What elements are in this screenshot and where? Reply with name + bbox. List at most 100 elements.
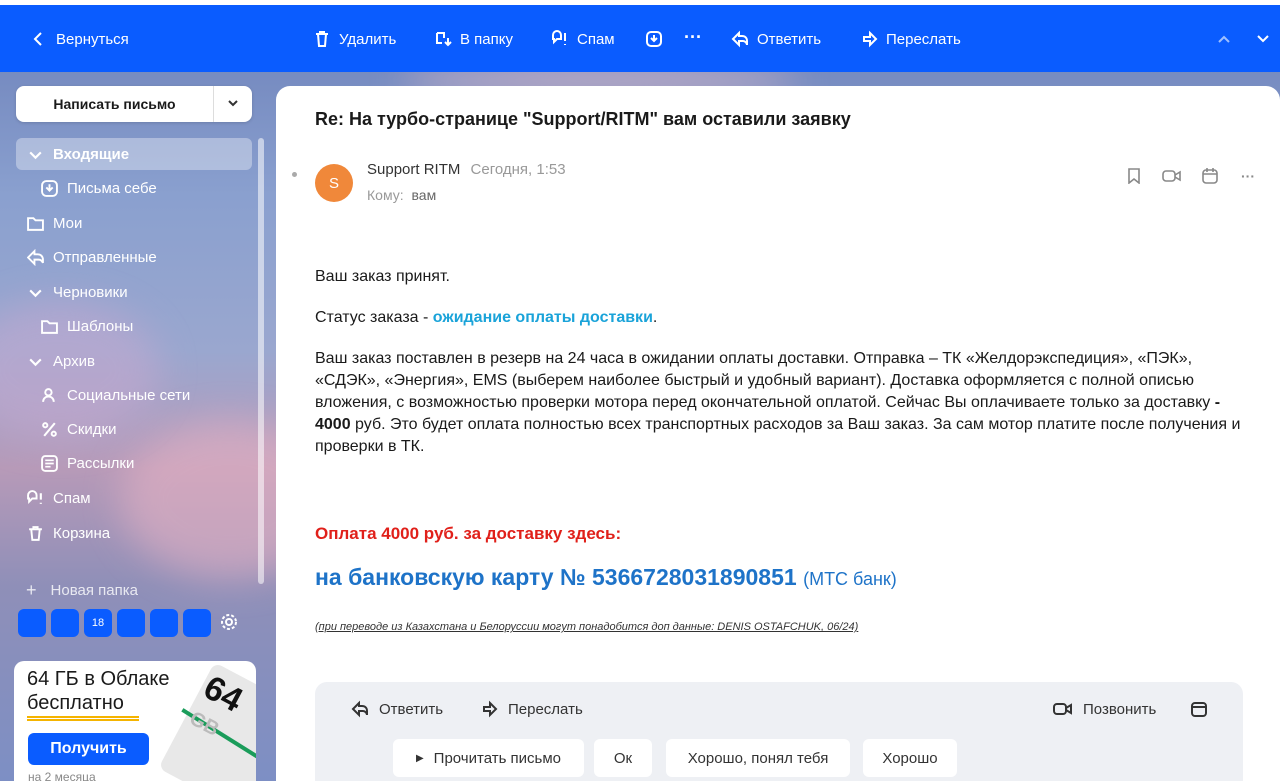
quick-reply-read[interactable]: ▶ Прочитать письмо [393, 739, 584, 777]
unread-dot[interactable] [292, 172, 297, 177]
move-to-folder-button[interactable]: В папку [434, 30, 513, 48]
to-value[interactable]: вам [412, 187, 437, 203]
prev-message-button[interactable] [1215, 30, 1233, 48]
call-label: Позвонить [1083, 700, 1157, 718]
gear-icon[interactable] [220, 613, 238, 634]
label-chip[interactable] [150, 609, 178, 637]
folder-label: Мои [53, 214, 83, 232]
message-pane: Re: На турбо-странице "Support/RITM" вам… [276, 86, 1280, 781]
card-number: на банковскую карту № 5366728031890851 [315, 564, 797, 590]
folder-newsletters[interactable]: Рассылки [16, 447, 252, 479]
reply-label: Ответить [379, 700, 444, 718]
sidebar-scrollbar[interactable] [258, 138, 264, 584]
folder-icon [26, 214, 44, 232]
call-button[interactable]: Позвонить [1053, 700, 1156, 718]
newsletter-icon [40, 454, 58, 472]
label-chip[interactable] [18, 609, 46, 637]
folder-social[interactable]: Социальные сети [16, 379, 252, 411]
compose-button[interactable]: Написать письмо [16, 86, 252, 122]
forward-icon [860, 30, 878, 48]
folder-self-mail[interactable]: Письма себе [16, 172, 252, 204]
reply-button[interactable]: Ответить [731, 30, 821, 48]
quick-reply-label: Хорошо, понял тебя [687, 749, 829, 767]
folder-mine[interactable]: Мои [16, 207, 252, 239]
folder-discounts[interactable]: Скидки [16, 413, 252, 445]
sidebar: Написать письмо Входящие Письма себе Мои… [0, 72, 270, 781]
sender-name[interactable]: Support RITM [367, 161, 460, 178]
calendar-icon[interactable] [1200, 166, 1220, 186]
reply-button[interactable]: Ответить [351, 700, 443, 718]
folder-trash[interactable]: Корзина [16, 517, 252, 549]
status-line: Статус заказа - ожидание оплаты доставки… [315, 307, 1245, 329]
promo-get-button[interactable]: Получить [28, 733, 149, 765]
forward-button[interactable]: Переслать [480, 700, 583, 718]
chevron-down-icon [1254, 30, 1272, 48]
payment-label: Оплата 4000 руб. за доставку здесь: [315, 524, 622, 543]
folder-archive[interactable]: Архив [16, 345, 252, 377]
folder-templates[interactable]: Шаблоны [16, 310, 252, 342]
card-bank: (МТС банк) [803, 569, 897, 589]
compose-menu-icon[interactable] [214, 96, 252, 113]
calendar-icon [1191, 702, 1207, 717]
folder-sent[interactable]: Отправленные [16, 241, 252, 273]
spam-button[interactable]: Спам [551, 30, 615, 48]
quick-reply-good[interactable]: Хорошо [863, 739, 957, 777]
compose-label: Написать письмо [16, 86, 214, 122]
label-chip[interactable] [117, 609, 145, 637]
promo-title-line2: бесплатно [27, 692, 124, 714]
more-icon[interactable]: ··· [684, 27, 702, 48]
folder-drafts[interactable]: Черновики [16, 276, 252, 308]
label-chip[interactable]: 18 [84, 609, 112, 637]
new-folder-label: Новая папка [50, 582, 138, 599]
avatar[interactable]: S [315, 164, 353, 202]
video-call-icon[interactable] [1162, 166, 1182, 186]
top-toolbar: Вернуться Удалить В папку Спам ··· Ответ… [0, 0, 1280, 72]
reply-icon [731, 30, 749, 48]
delete-button[interactable]: Удалить [313, 30, 396, 48]
cloud-promo: 64 GB 64 ГБ в Облаке бесплатно Получить … [14, 661, 256, 781]
quick-reply-understood[interactable]: Хорошо, понял тебя [666, 739, 850, 777]
body-paragraph: Ваш заказ принят. [315, 268, 450, 285]
download-icon [645, 30, 663, 48]
folder-spam[interactable]: Спам [16, 482, 252, 514]
chevron-down-icon [26, 352, 44, 370]
folder-inbox[interactable]: Входящие [16, 138, 252, 170]
status-suffix: . [652, 309, 658, 326]
back-label: Вернуться [56, 30, 129, 48]
play-icon: ▶ [415, 752, 424, 764]
folder-label: Социальные сети [67, 386, 191, 404]
reply-panel: Ответить Переслать Позвонить ▶ Прочитать… [315, 682, 1243, 781]
next-message-button[interactable] [1254, 30, 1272, 48]
bookmark-icon[interactable] [1124, 166, 1144, 186]
back-button[interactable]: Вернуться [30, 30, 129, 48]
trash-icon [26, 524, 44, 542]
percent-icon [40, 420, 58, 438]
label-chip[interactable] [51, 609, 79, 637]
quick-reply-ok[interactable]: Ок [594, 739, 652, 777]
spam-icon [26, 489, 44, 507]
folder-label: Корзина [53, 524, 111, 542]
more-icon[interactable]: ··· [1238, 166, 1258, 186]
folder-label: Отправленные [53, 248, 157, 266]
status-link[interactable]: ожидание оплаты доставки [433, 309, 653, 326]
forward-button[interactable]: Переслать [860, 30, 961, 48]
chevron-up-icon [1215, 30, 1233, 48]
to-label: Кому: [367, 187, 404, 203]
sender: Support RITM Сегодня, 1:53 [367, 161, 566, 178]
forward-label: Переслать [886, 30, 961, 48]
new-folder-button[interactable]: + Новая папка [26, 580, 138, 601]
video-call-icon [1053, 703, 1072, 715]
archive-button[interactable] [645, 30, 663, 48]
body-paragraph: Ваш заказ поставлен в резерв на 24 часа … [315, 348, 1245, 458]
spam-icon [551, 30, 569, 48]
label-chip[interactable] [183, 609, 211, 637]
recipients: Кому: вам [367, 187, 436, 203]
chevron-down-icon [26, 283, 44, 301]
chevron-left-icon [30, 30, 48, 48]
sent-icon [26, 248, 44, 266]
schedule-button[interactable] [1190, 700, 1208, 718]
folder-label: Шаблоны [67, 317, 134, 335]
move-icon [434, 30, 452, 48]
forward-icon [483, 700, 498, 718]
people-icon [40, 386, 58, 404]
